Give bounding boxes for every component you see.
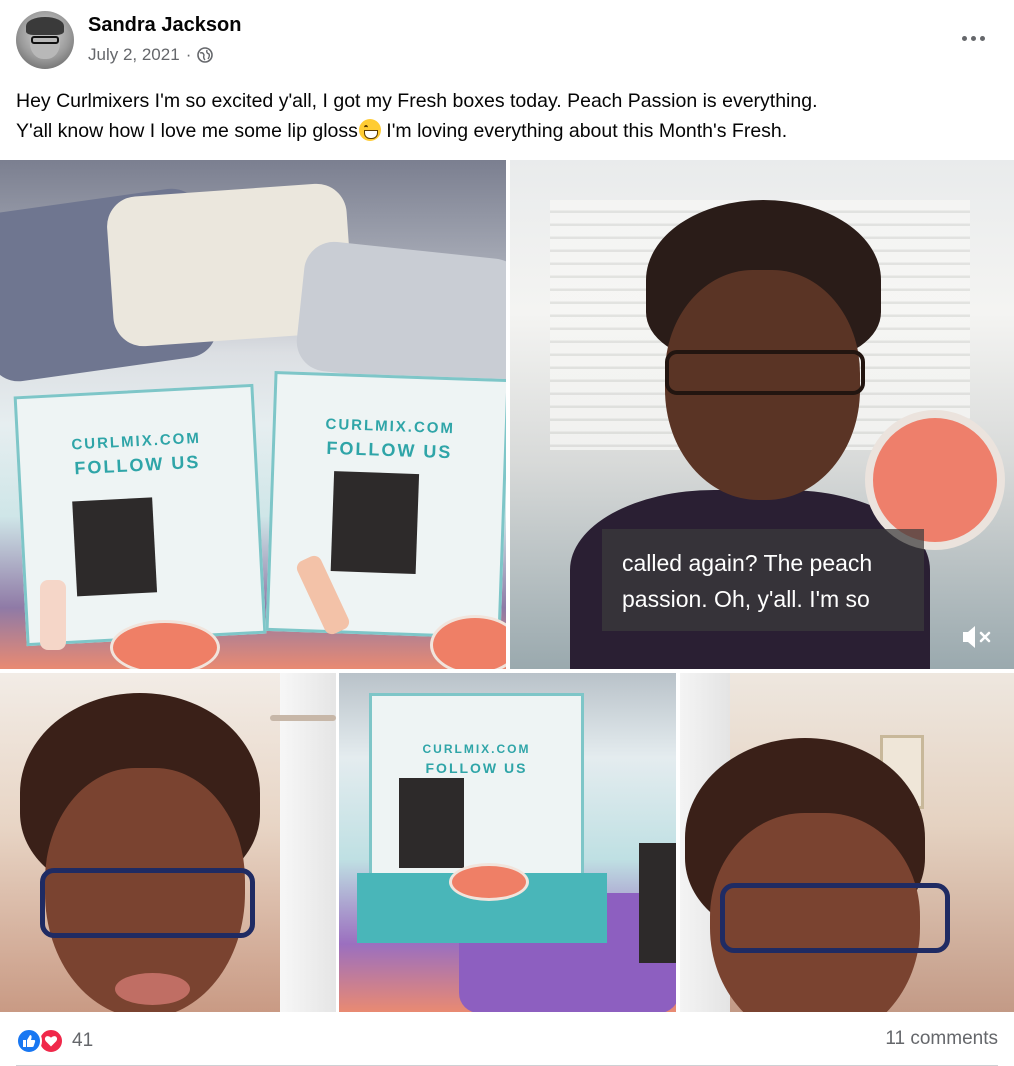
curlmix-box: CURLMIX.COM FOLLOW US — [265, 370, 506, 640]
glasses — [40, 868, 255, 938]
muted-speaker-icon[interactable] — [960, 623, 994, 651]
post-meta: July 2, 2021 · — [88, 45, 214, 65]
comments-count-link[interactable]: 11 comments — [885, 1028, 998, 1050]
author-name[interactable]: Sandra Jackson — [88, 14, 241, 37]
globe-icon[interactable] — [197, 47, 214, 63]
post-footer: 41 11 comments — [0, 1012, 1014, 1066]
photo-open-box[interactable]: CURLMIX.COM FOLLOW US — [339, 673, 676, 1012]
post-text: Hey Curlmixers I'm so excited y'all, I g… — [16, 86, 996, 146]
meta-separator: · — [185, 45, 192, 64]
reactions-summary[interactable]: 41 — [16, 1028, 93, 1054]
video-thumbnail[interactable]: called again? The peach passion. Oh, y'a… — [510, 160, 1014, 669]
like-icon — [16, 1028, 42, 1054]
box-label: FOLLOW US — [425, 760, 528, 776]
dot-icon — [979, 35, 985, 41]
photo-selfie-2[interactable] — [680, 673, 1014, 1012]
fresh-card — [399, 778, 464, 868]
product-tin — [110, 620, 220, 669]
glasses — [720, 883, 950, 953]
box-label: CURLMIX.COM — [325, 415, 456, 438]
fresh-card — [639, 843, 676, 963]
box-label: CURLMIX.COM — [422, 742, 531, 756]
dot-icon — [970, 35, 976, 41]
post-header: Sandra Jackson July 2, 2021 · — [0, 0, 1014, 80]
fresh-card — [72, 497, 158, 597]
post-text-line2-after: I'm loving everything about this Month's… — [380, 120, 788, 142]
post-text-line2-before: Y'all know how I love me some lip gloss — [16, 120, 358, 142]
photo-boxes-on-bed[interactable]: CURLMIX.COM FOLLOW US CURLMIX.COM FOLLOW… — [0, 160, 506, 669]
photo-selfie-1[interactable] — [0, 673, 336, 1012]
avatar[interactable] — [16, 11, 74, 69]
photo-grid: CURLMIX.COM FOLLOW US CURLMIX.COM FOLLOW… — [0, 160, 1014, 1012]
video-caption: called again? The peach passion. Oh, y'a… — [602, 529, 924, 631]
fresh-card — [330, 471, 420, 575]
dot-icon — [961, 35, 967, 41]
grinning-face-emoji-icon — [358, 119, 381, 141]
glasses — [665, 350, 865, 395]
product-tin — [449, 863, 529, 901]
more-options-button[interactable] — [958, 26, 988, 50]
post-date[interactable]: July 2, 2021 — [88, 45, 180, 65]
reaction-count: 41 — [72, 1030, 94, 1051]
caption-line2: passion. Oh, y'all. I'm so — [622, 586, 870, 612]
product-bottle — [40, 580, 66, 650]
post-text-line2: Y'all know how I love me some lip gloss … — [16, 116, 996, 146]
post-text-line1: Hey Curlmixers I'm so excited y'all, I g… — [16, 90, 818, 112]
box-label: FOLLOW US — [326, 437, 453, 463]
caption-line1: called again? The peach — [622, 550, 873, 576]
